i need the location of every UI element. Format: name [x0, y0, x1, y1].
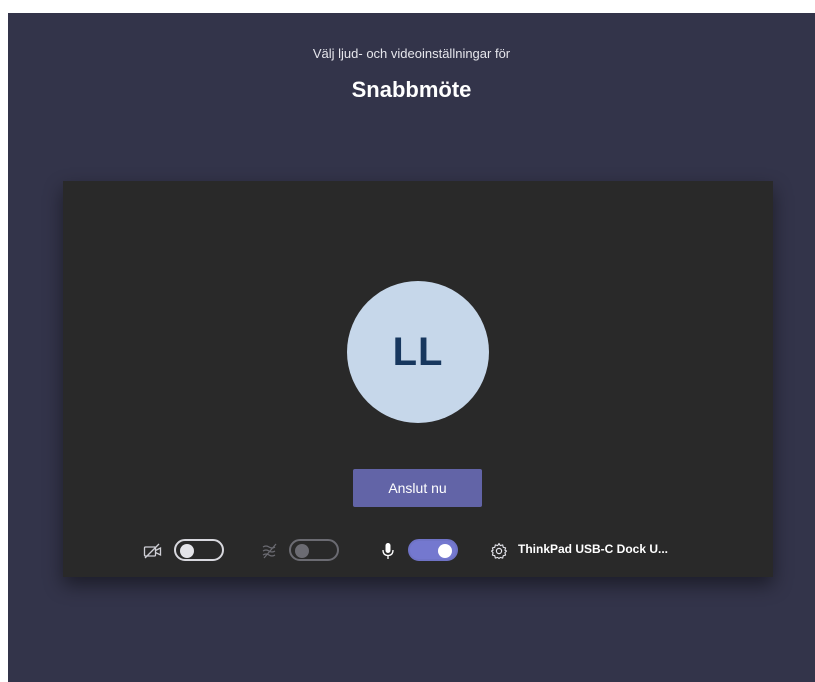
toggle-knob [438, 544, 452, 558]
toggle-knob [180, 544, 194, 558]
device-controls: ThinkPad USB-C Dock U... [63, 536, 773, 566]
microphone-icon [377, 540, 399, 562]
background-blur-toggle[interactable] [289, 539, 339, 561]
microphone-toggle[interactable] [408, 539, 458, 561]
pre-join-screen: Välj ljud- och videoinställningar för Sn… [8, 13, 815, 682]
audio-device-label[interactable]: ThinkPad USB-C Dock U... [518, 542, 668, 556]
toggle-knob [295, 544, 309, 558]
gear-icon[interactable] [488, 540, 510, 562]
join-now-button[interactable]: Anslut nu [353, 469, 482, 507]
video-preview: LL Anslut nu ThinkPad USB-C Dock U... [63, 181, 773, 577]
avatar: LL [347, 281, 489, 423]
camera-toggle[interactable] [174, 539, 224, 561]
background-blur-icon [259, 540, 281, 562]
settings-subtitle: Välj ljud- och videoinställningar för [312, 46, 511, 61]
meeting-title: Snabbmöte [351, 77, 472, 102]
camera-off-icon [142, 540, 164, 562]
